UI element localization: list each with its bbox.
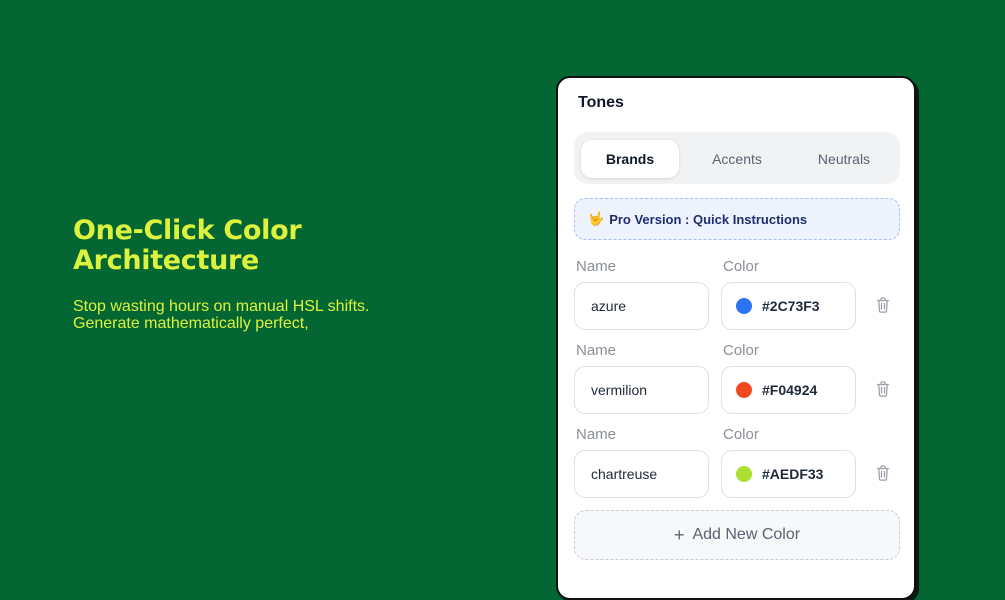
tab-accents[interactable]: Accents xyxy=(688,140,786,178)
hex-value: #AEDF33 xyxy=(762,466,824,482)
hex-value: #2C73F3 xyxy=(762,298,820,314)
trash-icon[interactable] xyxy=(875,380,891,398)
color-row: Name Color azure #2C73F3 xyxy=(574,258,904,338)
color-value-field[interactable]: #F04924 xyxy=(721,366,856,414)
color-value-field[interactable]: #AEDF33 xyxy=(721,450,856,498)
pro-banner-text: Pro Version : Quick Instructions xyxy=(609,211,808,227)
color-swatch[interactable] xyxy=(736,298,752,314)
hero-subtitle: Stop wasting hours on manual HSL shifts.… xyxy=(73,298,370,332)
color-name-field[interactable]: azure xyxy=(574,282,709,330)
color-row: Name Color vermilion #F04924 xyxy=(574,342,904,422)
pro-instructions-banner[interactable]: 🤟 Pro Version : Quick Instructions xyxy=(574,198,900,240)
color-label: Color xyxy=(723,342,759,359)
hand-sign-icon: 🤟 xyxy=(588,211,605,226)
color-label: Color xyxy=(723,258,759,275)
panel-title: Tones xyxy=(578,94,624,111)
tab-brands[interactable]: Brands xyxy=(581,140,679,178)
tab-neutrals[interactable]: Neutrals xyxy=(795,140,893,178)
color-value-field[interactable]: #2C73F3 xyxy=(721,282,856,330)
color-row: Name Color chartreuse #AEDF33 xyxy=(574,426,904,506)
color-swatch[interactable] xyxy=(736,382,752,398)
tab-bar: Brands Accents Neutrals xyxy=(574,132,900,184)
plus-icon: + xyxy=(673,524,685,545)
name-label: Name xyxy=(576,258,617,275)
hex-value: #F04924 xyxy=(762,382,818,398)
name-label: Name xyxy=(576,426,617,443)
trash-icon[interactable] xyxy=(875,464,891,482)
color-label: Color xyxy=(723,426,759,443)
trash-icon[interactable] xyxy=(875,296,891,314)
add-new-color-label: Add New Color xyxy=(692,526,801,543)
color-name-field[interactable]: vermilion xyxy=(574,366,709,414)
hero-title: One-Click Color Architecture xyxy=(73,215,302,276)
color-swatch[interactable] xyxy=(736,466,752,482)
tones-panel: Tones Brands Accents Neutrals 🤟 Pro Vers… xyxy=(556,76,916,600)
name-label: Name xyxy=(576,342,617,359)
color-name-field[interactable]: chartreuse xyxy=(574,450,709,498)
add-new-color-button[interactable]: + Add New Color xyxy=(574,510,900,560)
